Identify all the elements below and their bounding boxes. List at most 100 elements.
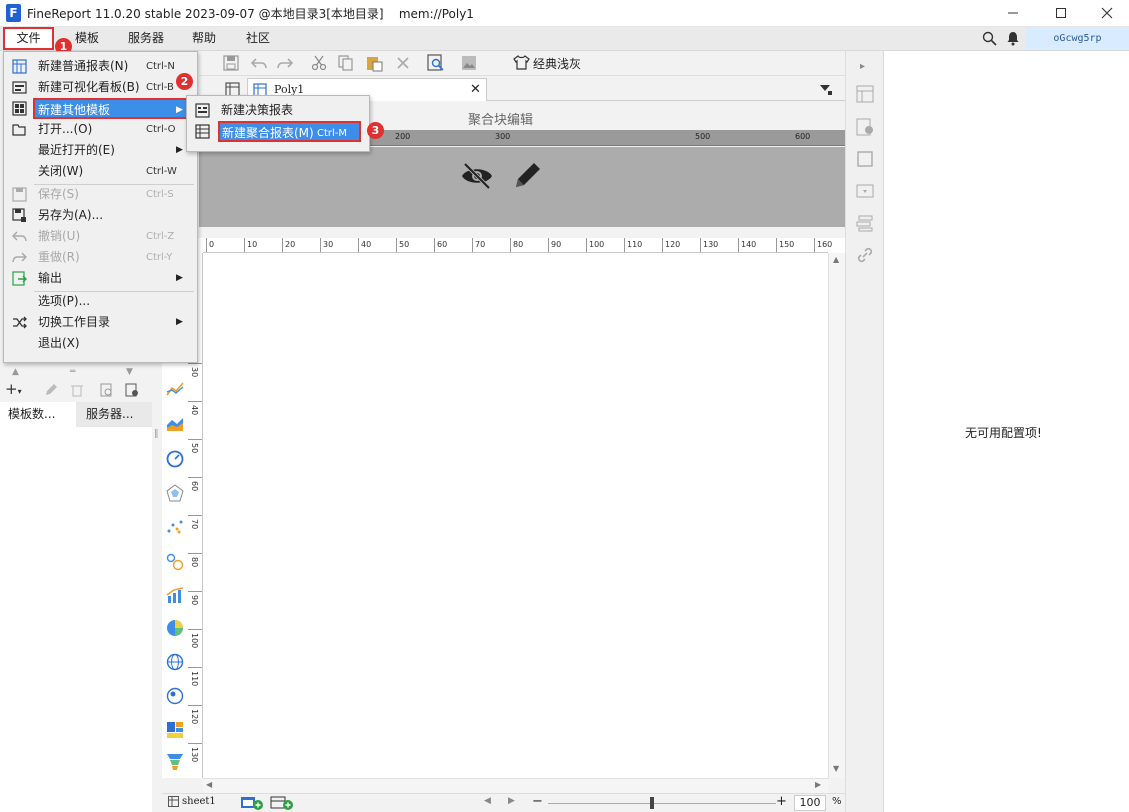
ruler-tick-label: 130 <box>190 747 199 763</box>
menu-item-new-other-template[interactable]: 新建其他模板 ▶ <box>33 98 188 119</box>
redo-icon[interactable] <box>277 55 293 71</box>
menu-file[interactable]: 文件 <box>3 27 54 50</box>
submenu-item-new-poly-report[interactable]: 新建聚合报表(M) Ctrl-M <box>218 121 361 142</box>
collapse-down-icon[interactable]: ▼ <box>126 367 133 377</box>
image-icon[interactable] <box>461 55 477 71</box>
ruler-tick-label: 70 <box>475 240 486 249</box>
eye-slash-icon[interactable] <box>460 161 494 191</box>
hyperlink-icon[interactable] <box>856 246 874 264</box>
tab-list-dropdown-icon[interactable] <box>819 82 833 96</box>
menu-item-open[interactable]: 打开...(O) Ctrl-O <box>4 119 197 140</box>
minimize-button[interactable] <box>990 0 1036 26</box>
ruler-tick <box>188 591 202 592</box>
collapse-up-icon[interactable]: ▲ <box>12 367 19 377</box>
menu-item-undo[interactable]: 撤销(U) Ctrl-Z <box>4 226 197 247</box>
tab-server-dataset[interactable]: 服务器... <box>76 402 152 427</box>
prev-sheet-icon[interactable]: ◀ <box>484 796 491 806</box>
preview-doc-icon[interactable] <box>100 383 114 397</box>
menu-item-label: 切换工作目录 <box>38 315 111 329</box>
menu-template[interactable]: 模板 <box>75 27 99 50</box>
funnel-chart-icon[interactable] <box>166 753 184 771</box>
menu-item-switch-workdir[interactable]: 切换工作目录 ▶ <box>4 312 197 333</box>
treemap-chart-icon[interactable] <box>166 721 184 739</box>
zoom-slider-thumb[interactable] <box>650 797 654 809</box>
cut-icon[interactable] <box>311 55 327 71</box>
line-chart-icon[interactable] <box>166 381 184 397</box>
expand-arrow-icon[interactable]: ▸ <box>860 61 865 72</box>
splitter[interactable]: ‖ <box>152 363 162 812</box>
menu-item-recent[interactable]: 最近打开的(E) ▶ <box>4 140 197 161</box>
ruler-tick-label: 80 <box>190 557 199 568</box>
bell-icon[interactable] <box>1006 31 1020 46</box>
menu-item-label: 打开...(O) <box>38 122 93 136</box>
ruler-tick-label: 40 <box>190 405 199 416</box>
tab-template-dataset[interactable]: 模板数... <box>0 402 76 427</box>
pie-chart-icon[interactable] <box>166 619 184 637</box>
edit-icon[interactable] <box>44 383 58 397</box>
paste-icon[interactable] <box>365 54 383 72</box>
cell-attribute-icon[interactable] <box>856 118 874 136</box>
trash-icon[interactable] <box>70 383 84 397</box>
save-disabled-icon <box>12 187 27 202</box>
float-element-icon[interactable] <box>856 150 874 168</box>
menu-item-new-dashboard[interactable]: 新建可视化看板(B) Ctrl-B <box>4 77 197 98</box>
menu-item-export[interactable]: 输出 ▶ <box>4 268 197 289</box>
save-icon[interactable] <box>223 55 239 71</box>
zoom-out-button[interactable]: − <box>532 794 543 809</box>
maximize-button[interactable] <box>1038 0 1084 26</box>
gauge-chart-icon[interactable] <box>166 450 184 468</box>
menu-community[interactable]: 社区 <box>246 27 270 50</box>
ruler-tick-label: 30 <box>323 240 334 249</box>
area-chart-icon[interactable] <box>166 416 184 432</box>
widget-settings-icon[interactable] <box>856 182 874 200</box>
vertical-scrollbar[interactable]: ▲ ▼ <box>828 253 845 778</box>
scroll-left-icon[interactable]: ◀ <box>206 780 212 789</box>
shuffle-icon <box>12 315 27 330</box>
style-theme-label[interactable]: 经典浅灰 <box>533 55 581 72</box>
submenu-item-new-decision-report[interactable]: 新建决策报表 <box>187 100 369 121</box>
dataset-settings-icon[interactable] <box>125 383 139 397</box>
undo-icon[interactable] <box>251 55 267 71</box>
add-sheet-icon[interactable] <box>240 796 264 810</box>
shirt-style-icon[interactable] <box>513 54 530 71</box>
zoom-input[interactable]: 100 <box>794 795 826 811</box>
menu-item-new-report[interactable]: 新建普通报表(N) Ctrl-N <box>4 56 197 77</box>
sheet-tab[interactable]: sheet1 <box>182 796 216 807</box>
preview-search-icon[interactable] <box>427 54 445 72</box>
zoom-slider-track[interactable] <box>548 803 776 804</box>
menu-item-save-as[interactable]: 另存为(A)... <box>4 205 197 226</box>
delete-icon[interactable] <box>395 55 411 71</box>
scroll-right-icon[interactable]: ▶ <box>815 780 821 789</box>
menu-server[interactable]: 服务器 <box>128 27 164 50</box>
scroll-down-icon[interactable]: ▼ <box>833 764 839 773</box>
combo-chart-icon[interactable] <box>166 587 184 603</box>
next-sheet-icon[interactable]: ▶ <box>508 796 515 806</box>
menu-item-exit[interactable]: 退出(X) <box>4 333 197 354</box>
cell-element-icon[interactable] <box>856 85 874 103</box>
copy-icon[interactable] <box>338 55 354 71</box>
horizontal-scrollbar[interactable]: ◀ ▶ <box>203 778 828 793</box>
zoom-in-button[interactable]: + <box>776 794 787 809</box>
bubble-chart-icon[interactable] <box>166 553 184 571</box>
close-tab-icon[interactable]: ✕ <box>470 82 481 97</box>
globe-map-icon[interactable] <box>166 653 184 671</box>
user-account[interactable]: oGcwg5rp <box>1026 27 1129 50</box>
collapse-divider-icon[interactable]: ═ <box>70 367 75 377</box>
scroll-up-icon[interactable]: ▲ <box>833 255 839 264</box>
menu-item-options[interactable]: 选项(P)... <box>4 291 197 312</box>
menu-item-redo[interactable]: 重做(R) Ctrl-Y <box>4 247 197 268</box>
radar-chart-icon[interactable] <box>166 484 184 502</box>
point-map-icon[interactable] <box>166 687 184 705</box>
pencil-edit-icon[interactable] <box>512 159 544 191</box>
scatter-chart-icon[interactable] <box>166 519 184 535</box>
add-icon[interactable]: +▾ <box>5 380 22 398</box>
menu-help[interactable]: 帮助 <box>192 27 216 50</box>
ruler-tick-label: 90 <box>190 595 199 606</box>
close-window-button[interactable] <box>1084 0 1129 26</box>
add-poly-block-icon[interactable] <box>270 796 294 810</box>
design-canvas[interactable] <box>162 238 845 778</box>
menu-item-save[interactable]: 保存(S) Ctrl-S <box>4 184 197 205</box>
menu-item-close[interactable]: 关闭(W) Ctrl-W <box>4 161 197 182</box>
search-icon[interactable] <box>982 31 997 46</box>
condition-attribute-icon[interactable] <box>856 214 874 232</box>
